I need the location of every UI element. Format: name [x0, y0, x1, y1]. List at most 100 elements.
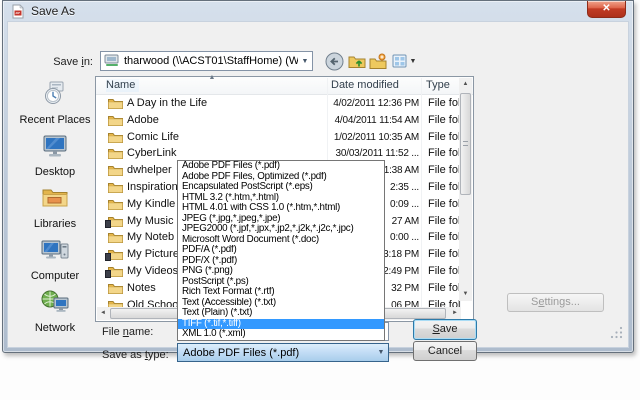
vertical-scroll-thumb[interactable] [460, 93, 471, 195]
scroll-down-icon[interactable]: ▼ [459, 288, 472, 301]
window-title: Save As [31, 4, 75, 18]
date-modified-cell: 4/02/2011 12:36 PM [329, 98, 419, 109]
file-name-cell: My Noteb [127, 231, 174, 243]
up-one-level-button[interactable] [347, 51, 367, 71]
format-option[interactable]: Rich Text Format (*.rtf) [178, 287, 384, 298]
format-option[interactable]: HTML 4.01 with CSS 1.0 (*.htm,*.html) [178, 203, 384, 214]
chevron-down-icon: ▼ [410, 58, 417, 65]
sidebar-item-label: Libraries [15, 218, 95, 230]
format-option[interactable]: Adobe PDF Files, Optimized (*.pdf) [178, 172, 384, 183]
table-row[interactable]: Comic Life 1/02/2011 10:35 AM File fol [97, 129, 461, 146]
new-folder-button[interactable] [368, 51, 388, 71]
format-option[interactable]: PNG (*.png) [178, 266, 384, 277]
save-button[interactable]: Save [413, 319, 477, 340]
up-one-level-icon [348, 53, 366, 69]
recent-places-icon [40, 79, 70, 107]
file-name-cell: My Picture [127, 248, 179, 260]
save-in-label: Save in: [43, 56, 93, 68]
table-row[interactable]: Adobe 4/04/2011 11:54 AM File fol [97, 112, 461, 129]
column-header-type[interactable]: Type [426, 79, 450, 91]
folder-badge-icon [105, 270, 111, 278]
vertical-scrollbar[interactable]: ▲ ▼ [459, 78, 472, 301]
file-name-cell: CyberLink [127, 147, 177, 159]
folder-icon [108, 164, 123, 176]
network-icon [40, 288, 70, 315]
format-option[interactable]: Adobe PDF Files (*.pdf) [178, 161, 384, 172]
format-option[interactable]: HTML 3.2 (*.htm,*.html) [178, 193, 384, 204]
type-cell: File fol [428, 248, 461, 260]
sidebar-item-computer[interactable]: Computer [15, 236, 95, 282]
sidebar-item-recent-places[interactable]: Recent Places [15, 79, 95, 126]
folder-icon [108, 131, 123, 143]
type-cell: File fol [428, 198, 461, 210]
resize-grip[interactable] [610, 326, 623, 344]
file-name-label: File name: [102, 326, 153, 338]
format-option[interactable]: TIFF (*.tif,*.tiff) [178, 319, 384, 330]
list-header: ▲ Name Date modified Type [96, 77, 473, 95]
format-option[interactable]: PostScript (*.ps) [178, 277, 384, 288]
type-cell: File fol [428, 97, 461, 109]
sidebar-item-network[interactable]: Network [15, 288, 95, 334]
type-cell: File fol [428, 215, 461, 227]
sidebar-item-label: Computer [15, 270, 95, 282]
save-as-dialog: Save As ✕ Save in: tharwood (\\ACST01\St… [2, 0, 634, 353]
save-as-type-combobox[interactable]: Adobe PDF Files (*.pdf) ▼ [177, 343, 389, 362]
file-name-cell: Adobe [127, 114, 159, 126]
save-in-combobox[interactable]: tharwood (\\ACST01\StaffHome) (W:) ▼ [100, 51, 313, 71]
file-name-cell: dwhelper [127, 164, 172, 176]
sidebar-item-label: Desktop [15, 166, 95, 178]
type-cell: File fol [428, 282, 461, 294]
type-cell: File fol [428, 147, 461, 159]
format-option[interactable]: PDF/A (*.pdf) [178, 245, 384, 256]
chevron-down-icon: ▼ [298, 58, 312, 65]
sidebar-item-desktop[interactable]: Desktop [15, 132, 95, 178]
date-modified-cell: 30/03/2011 11:52 ... [329, 148, 419, 159]
folder-icon [108, 282, 123, 294]
type-cell: File fol [428, 114, 461, 126]
folder-icon [108, 231, 123, 243]
date-modified-cell: 4/04/2011 11:54 AM [329, 115, 419, 126]
format-option[interactable]: JPEG2000 (*.jpf,*.jpx,*.jp2,*.j2k,*.j2c,… [178, 224, 384, 235]
format-option[interactable]: Microsoft Word Document (*.doc) [178, 235, 384, 246]
file-name-cell: My Kindle [127, 198, 175, 210]
folder-icon [108, 198, 123, 210]
folder-icon [108, 248, 123, 260]
view-menu-icon [392, 53, 408, 69]
file-name-cell: Comic Life [127, 131, 179, 143]
folder-badge-icon [105, 253, 111, 261]
folder-badge-icon [105, 220, 111, 228]
save-in-value: tharwood (\\ACST01\StaffHome) (W:) [124, 55, 298, 67]
format-option[interactable]: JPEG (*.jpg,*.jpeg,*.jpe) [178, 214, 384, 225]
computer-icon [40, 236, 70, 263]
format-option[interactable]: PDF/X (*.pdf) [178, 256, 384, 267]
format-option[interactable]: Text (Accessible) (*.txt) [178, 298, 384, 309]
folder-icon [108, 181, 123, 193]
close-button[interactable]: ✕ [587, 1, 626, 18]
file-name-cell: My Videos [127, 265, 178, 277]
sidebar-item-label: Network [15, 322, 95, 334]
table-row[interactable]: A Day in the Life 4/02/2011 12:36 PM Fil… [97, 95, 461, 112]
scroll-up-icon[interactable]: ▲ [459, 78, 472, 91]
type-cell: File fol [428, 231, 461, 243]
type-cell: File fol [428, 265, 461, 277]
column-header-name[interactable]: Name [106, 79, 139, 92]
type-cell: File fol [428, 131, 461, 143]
scroll-left-icon[interactable]: ◄ [97, 307, 109, 320]
folder-icon [108, 97, 123, 109]
sidebar-item-libraries[interactable]: Libraries [15, 184, 95, 230]
folder-icon [108, 265, 123, 277]
chevron-down-icon: ▼ [374, 349, 388, 356]
cancel-button[interactable]: Cancel [413, 341, 477, 361]
save-as-type-value: Adobe PDF Files (*.pdf) [183, 347, 299, 359]
column-header-date-modified[interactable]: Date modified [331, 79, 399, 91]
file-name-cell: Inspiration [127, 181, 178, 193]
libraries-icon [40, 184, 70, 211]
back-button[interactable] [324, 51, 344, 71]
view-menu-button[interactable]: ▼ [389, 51, 419, 71]
format-option[interactable]: Text (Plain) (*.txt) [178, 308, 384, 319]
format-option[interactable]: XML 1.0 (*.xml) [178, 329, 384, 340]
format-option[interactable]: Encapsulated PostScript (*.eps) [178, 182, 384, 193]
save-as-type-dropdown-list: Adobe PDF Files (*.pdf) Adobe PDF Files,… [177, 160, 385, 341]
title-bar[interactable]: Save As ✕ [3, 1, 633, 21]
type-cell: File fol [428, 164, 461, 176]
